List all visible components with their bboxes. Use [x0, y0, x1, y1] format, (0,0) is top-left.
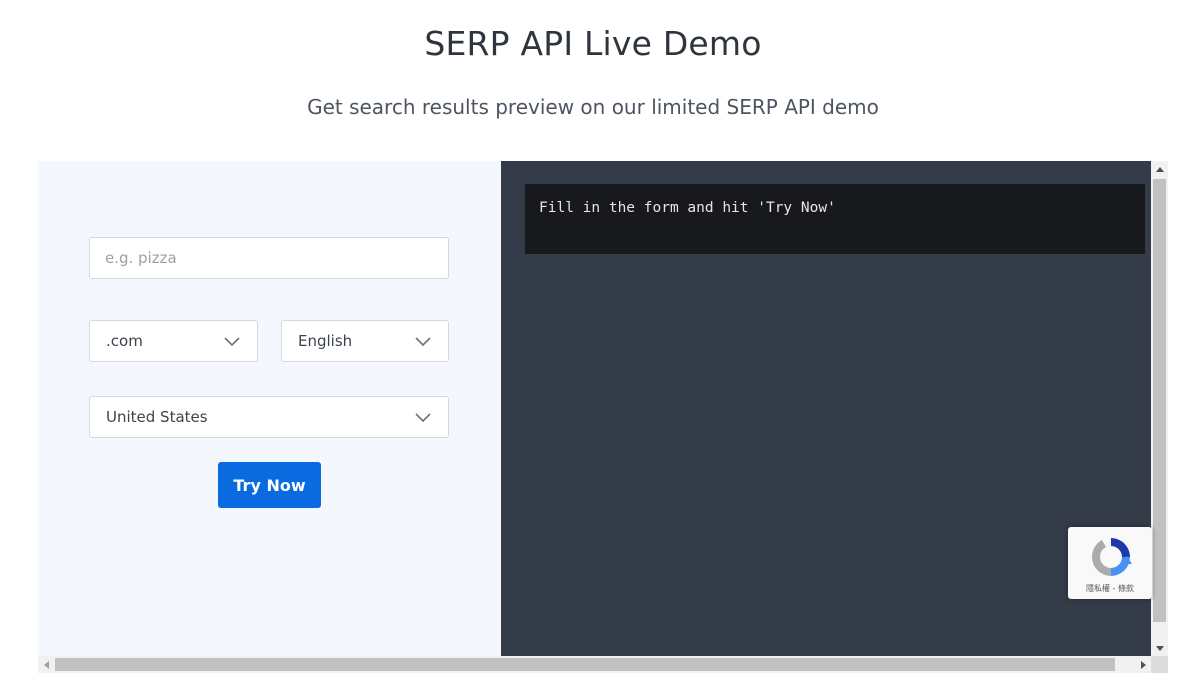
scroll-left-arrow[interactable]	[38, 656, 54, 673]
country-select[interactable]: United States	[89, 396, 449, 438]
country-select-value: United States	[106, 408, 208, 426]
page-title: SERP API Live Demo	[424, 24, 762, 63]
language-select[interactable]: English	[281, 320, 449, 362]
vertical-scrollbar[interactable]	[1151, 161, 1168, 656]
horizontal-scrollbar[interactable]	[38, 656, 1151, 673]
horizontal-scroll-thumb[interactable]	[55, 658, 1115, 671]
recaptcha-logo-icon	[1091, 538, 1132, 576]
triangle-down-icon	[1155, 645, 1164, 651]
page-subtitle: Get search results preview on our limite…	[307, 95, 879, 119]
try-now-button[interactable]: Try Now	[218, 462, 321, 508]
search-form-panel: .com English United States Try Now	[38, 161, 501, 656]
scrollbar-corner	[1151, 656, 1168, 673]
search-query-input[interactable]	[89, 237, 449, 279]
chevron-down-icon	[415, 413, 431, 423]
triangle-left-icon	[43, 660, 49, 669]
scroll-up-arrow[interactable]	[1151, 161, 1168, 177]
results-console: Fill in the form and hit 'Try Now'	[525, 184, 1145, 254]
chevron-down-icon	[415, 337, 431, 347]
domain-select[interactable]: .com	[89, 320, 258, 362]
scroll-right-arrow[interactable]	[1135, 656, 1151, 673]
domain-select-value: .com	[106, 332, 143, 350]
vertical-scroll-thumb[interactable]	[1153, 179, 1166, 622]
results-output-panel: Fill in the form and hit 'Try Now'	[501, 161, 1151, 656]
recaptcha-privacy-terms[interactable]: 隱私權 - 條款	[1068, 583, 1152, 594]
chevron-down-icon	[224, 337, 240, 347]
triangle-right-icon	[1140, 660, 1146, 669]
language-select-value: English	[298, 332, 353, 350]
scroll-down-arrow[interactable]	[1151, 640, 1168, 656]
triangle-up-icon	[1155, 166, 1164, 172]
demo-frame: .com English United States Try Now Fill …	[38, 161, 1168, 673]
recaptcha-badge[interactable]: 隱私權 - 條款	[1068, 527, 1152, 599]
